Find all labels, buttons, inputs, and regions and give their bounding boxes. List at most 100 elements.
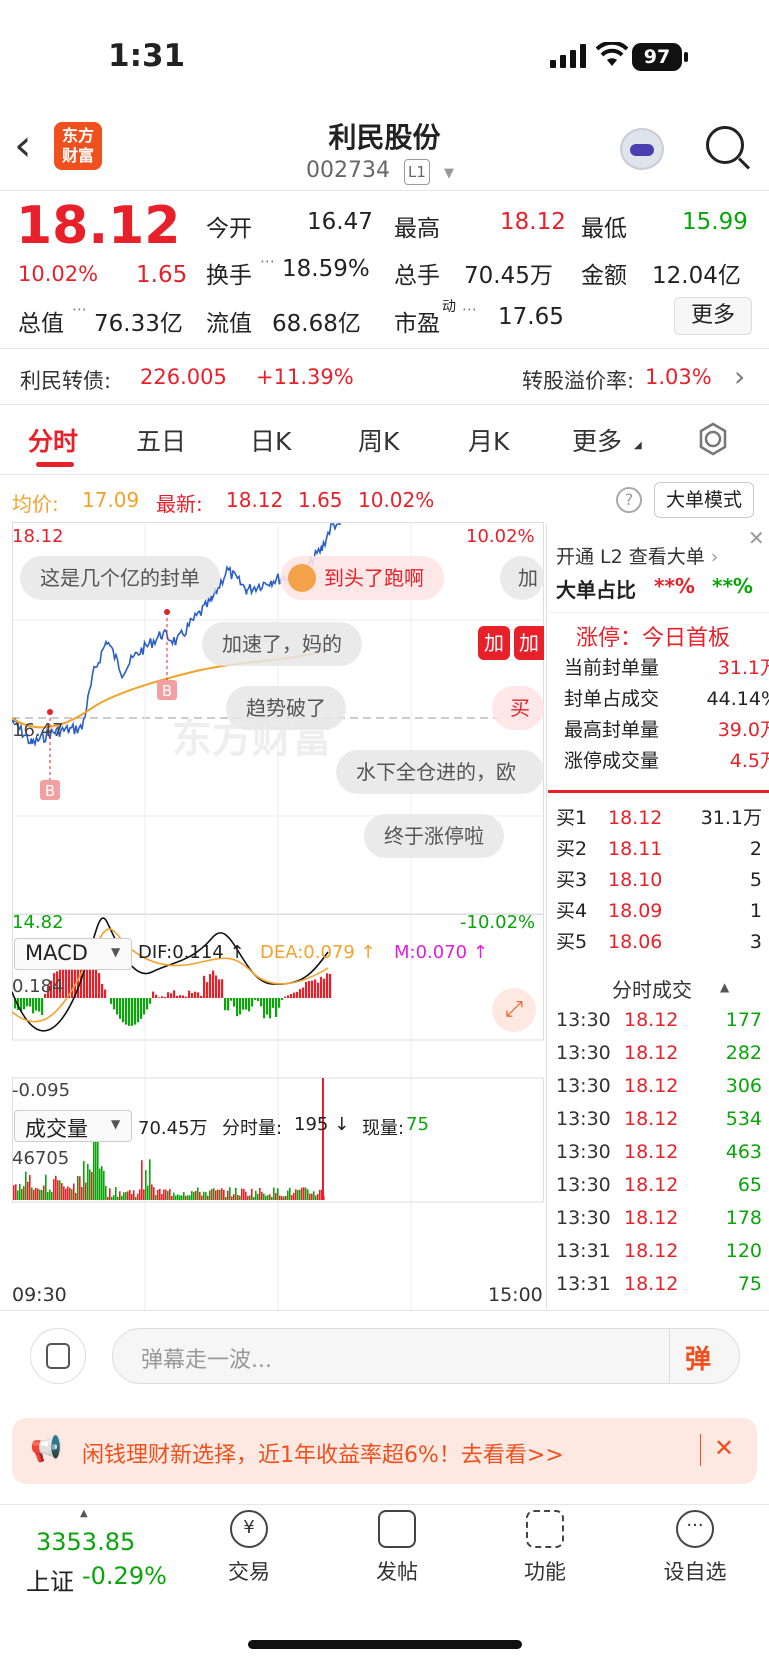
chevron-right-icon: ›	[704, 546, 719, 568]
nav-watchlist[interactable]: ··· 设自选	[640, 1510, 750, 1586]
macd-bar	[140, 998, 143, 1019]
volume-bar	[261, 1191, 263, 1200]
danmaku-input[interactable]: 弹幕走一波... 弹	[112, 1328, 740, 1384]
promo-banner[interactable]: 📢 闲钱理财新选择，近1年收益率超6%！去看看>> ✕	[12, 1418, 757, 1484]
nav-trade[interactable]: ¥ 交易	[194, 1510, 304, 1586]
bid-label: 买3	[556, 869, 588, 891]
danmaku-comment[interactable]: 加	[500, 556, 544, 600]
volume-bar	[259, 1187, 261, 1200]
notes-button[interactable]	[30, 1328, 86, 1384]
macd-bar	[161, 996, 164, 998]
volume-bar	[149, 1159, 151, 1200]
danmaku-comment[interactable]: 加速了，妈的	[202, 622, 362, 666]
index-pct[interactable]: -0.29%	[82, 1562, 167, 1590]
volume-now-value: 75	[406, 1114, 429, 1135]
danmaku-comment[interactable]: 这是几个亿的封单	[20, 556, 220, 600]
macd-bar	[131, 998, 134, 1026]
battery-tip	[684, 52, 688, 62]
info-icon[interactable]: ⋯	[72, 300, 87, 318]
caret-up-icon[interactable]: ▲	[720, 980, 729, 994]
volume-bar	[155, 1194, 157, 1200]
float-value: 68.68亿	[272, 311, 361, 337]
volume-bar	[71, 1189, 73, 1200]
close-icon[interactable]: ✕	[748, 526, 765, 550]
volume-bar	[283, 1196, 285, 1200]
volume-bar	[173, 1192, 175, 1200]
tab-weekly-k[interactable]: 周K	[358, 422, 399, 458]
nav-post[interactable]: 发帖	[342, 1510, 452, 1586]
chevron-right-icon[interactable]: ›	[734, 360, 745, 393]
bid-label: 买1	[556, 807, 588, 829]
macd-bar	[38, 998, 41, 1012]
tab-five-day[interactable]: 五日	[136, 422, 186, 458]
volume-bar	[281, 1196, 283, 1200]
volume-bar	[313, 1191, 315, 1200]
level-badge[interactable]: L1	[404, 159, 430, 185]
expand-icon[interactable]: ⤢	[492, 988, 536, 1032]
macd-bar	[317, 982, 320, 998]
macd-bar	[308, 980, 311, 998]
volume-bar	[167, 1191, 169, 1200]
add-badge[interactable]: 加	[478, 626, 510, 660]
volume-bar	[317, 1194, 319, 1200]
volume-bar	[181, 1195, 183, 1200]
tab-monthly-k[interactable]: 月K	[468, 422, 509, 458]
low-value: 15.99	[682, 209, 748, 235]
volume-bar	[109, 1188, 111, 1200]
limit-divider	[548, 790, 769, 793]
danmaku-comment[interactable]: 到头了跑啊	[280, 556, 444, 600]
volume-bar	[79, 1176, 81, 1200]
volume-bar	[143, 1189, 145, 1200]
danmaku-comment[interactable]: 终于涨停啦	[364, 814, 504, 858]
stat-value: 4.5万	[729, 750, 769, 772]
index-name[interactable]: 上证	[26, 1562, 74, 1597]
tab-daily-k[interactable]: 日K	[250, 422, 291, 458]
send-danmaku-button[interactable]: 弹	[685, 1339, 711, 1376]
nav-label: 交易	[228, 1560, 270, 1584]
danmaku-comment[interactable]: 买	[492, 686, 544, 730]
macd-bar	[191, 993, 194, 998]
add-badge[interactable]: 加	[514, 626, 544, 660]
volume-bar	[175, 1195, 177, 1200]
volume-bar	[293, 1192, 295, 1200]
tick-list[interactable]: 13:30 18.12 177 13:30 18.12 282 13:30 18.12 306 1…	[556, 1006, 762, 1310]
volume-now-label: 现量:	[362, 1118, 405, 1139]
volume-bar	[31, 1187, 33, 1200]
stat-row: 涨停成交量 4.5万	[564, 747, 769, 775]
volume-bar	[225, 1196, 227, 1200]
macd-bar	[290, 994, 293, 998]
macd-bar	[197, 992, 200, 998]
l2-upgrade-link[interactable]: 开通 L2 查看大单 ›	[556, 542, 718, 569]
nav-functions[interactable]: 功能	[490, 1510, 600, 1586]
settings-gear-icon[interactable]	[696, 422, 730, 456]
help-icon[interactable]: ?	[616, 487, 642, 513]
change-amount: 1.65	[136, 262, 188, 288]
robot-assistant-icon[interactable]	[620, 128, 664, 170]
tab-intraday[interactable]: 分时	[28, 422, 78, 458]
more-button[interactable]: 更多	[674, 297, 752, 335]
volume-bar	[219, 1189, 221, 1200]
volume-bar	[169, 1189, 171, 1200]
tab-more[interactable]: 更多	[572, 422, 622, 458]
danmaku-comment[interactable]: 水下全仓进的，欧	[336, 750, 544, 794]
search-icon[interactable]	[706, 126, 744, 164]
chevron-down-icon[interactable]: ▼	[444, 166, 454, 181]
macd-selector[interactable]: MACD ▼	[14, 938, 132, 970]
panel-divider	[546, 524, 547, 1310]
danmaku-comment[interactable]: 趋势破了	[226, 686, 346, 730]
info-icon[interactable]: ⋯	[260, 252, 275, 270]
volume-bar	[77, 1176, 79, 1200]
macd-bar	[98, 973, 101, 998]
caret-up-icon: ▲	[80, 1508, 88, 1519]
index-value[interactable]: 3353.85	[36, 1528, 135, 1556]
info-icon[interactable]: ⋯	[462, 300, 477, 318]
macd-bar	[329, 973, 332, 998]
macd-bar	[215, 975, 218, 998]
big-order-mode-button[interactable]: 大单模式	[654, 482, 754, 518]
volume-bar	[209, 1190, 211, 1200]
macd-bar	[32, 998, 35, 1014]
last-pct: 10.02%	[358, 488, 435, 512]
volume-selector[interactable]: 成交量 ▼	[14, 1110, 132, 1142]
close-icon[interactable]: ✕	[714, 1434, 734, 1462]
limit-status: 涨停：今日首板	[576, 626, 731, 651]
